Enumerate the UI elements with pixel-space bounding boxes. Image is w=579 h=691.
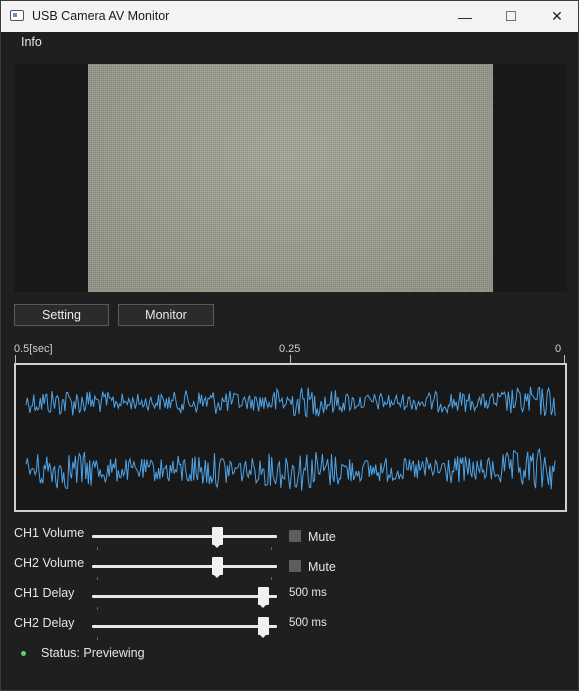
window-title: USB Camera AV Monitor	[32, 9, 170, 23]
maximize-button[interactable]: □	[488, 1, 534, 32]
status-indicator	[21, 651, 26, 656]
slider-handle[interactable]	[211, 527, 223, 548]
minimize-button[interactable]: —	[442, 1, 488, 32]
ch1-volume-slider[interactable]	[92, 527, 277, 551]
slider-tick	[97, 577, 98, 580]
slider-handle[interactable]	[211, 557, 223, 578]
minimize-icon: —	[458, 8, 472, 25]
axis-tick	[290, 355, 291, 363]
ch1-mute-label: Mute	[308, 530, 336, 544]
slider-groove	[92, 565, 277, 568]
ch1-volume-label: CH1 Volume	[14, 526, 85, 540]
monitor-button[interactable]: Monitor	[118, 304, 214, 326]
slider-tick	[97, 607, 98, 610]
ch1-delay-slider[interactable]	[92, 587, 277, 611]
slider-tick	[271, 547, 272, 550]
ch2-waveform	[25, 447, 556, 491]
ch1-mute-checkbox[interactable]	[289, 530, 301, 542]
audio-waveform	[14, 363, 567, 512]
ch2-delay-value: 500 ms	[289, 617, 327, 629]
ch2-volume-label: CH2 Volume	[14, 556, 85, 570]
axis-label-left: 0.5[sec]	[14, 343, 53, 355]
video-frame	[88, 64, 493, 292]
ch2-delay-slider[interactable]	[92, 617, 277, 641]
axis-label-middle: 0.25	[279, 343, 301, 355]
camera-preview	[14, 64, 567, 292]
menu-bar: Info	[1, 32, 578, 54]
menu-item-info[interactable]: Info	[21, 35, 42, 49]
waveform-plot	[25, 386, 556, 491]
slider-tick	[97, 547, 98, 550]
slider-handle[interactable]	[258, 617, 269, 638]
setting-button[interactable]: Setting	[14, 304, 109, 326]
slider-groove	[92, 625, 277, 628]
app-icon	[10, 10, 24, 21]
ch2-volume-slider[interactable]	[92, 557, 277, 581]
maximize-icon: □	[506, 7, 516, 25]
axis-tick	[15, 355, 16, 363]
status-text: Status: Previewing	[41, 646, 145, 660]
slider-groove	[92, 595, 277, 598]
title-bar: USB Camera AV Monitor — □ ✕	[1, 1, 578, 32]
axis-tick	[564, 355, 565, 363]
ch2-delay-label: CH2 Delay	[14, 616, 75, 630]
ch2-mute-label: Mute	[308, 560, 336, 574]
app-window: USB Camera AV Monitor — □ ✕ Info Setting…	[0, 0, 579, 691]
slider-tick	[97, 637, 98, 640]
ch1-waveform	[25, 386, 556, 418]
slider-groove	[92, 535, 277, 538]
ch1-delay-label: CH1 Delay	[14, 586, 75, 600]
ch2-mute-checkbox[interactable]	[289, 560, 301, 572]
axis-label-right: 0	[555, 343, 562, 355]
slider-tick	[271, 577, 272, 580]
ch1-delay-value: 500 ms	[289, 587, 327, 599]
close-button[interactable]: ✕	[534, 1, 579, 32]
close-icon: ✕	[551, 8, 563, 24]
slider-handle[interactable]	[258, 587, 269, 608]
